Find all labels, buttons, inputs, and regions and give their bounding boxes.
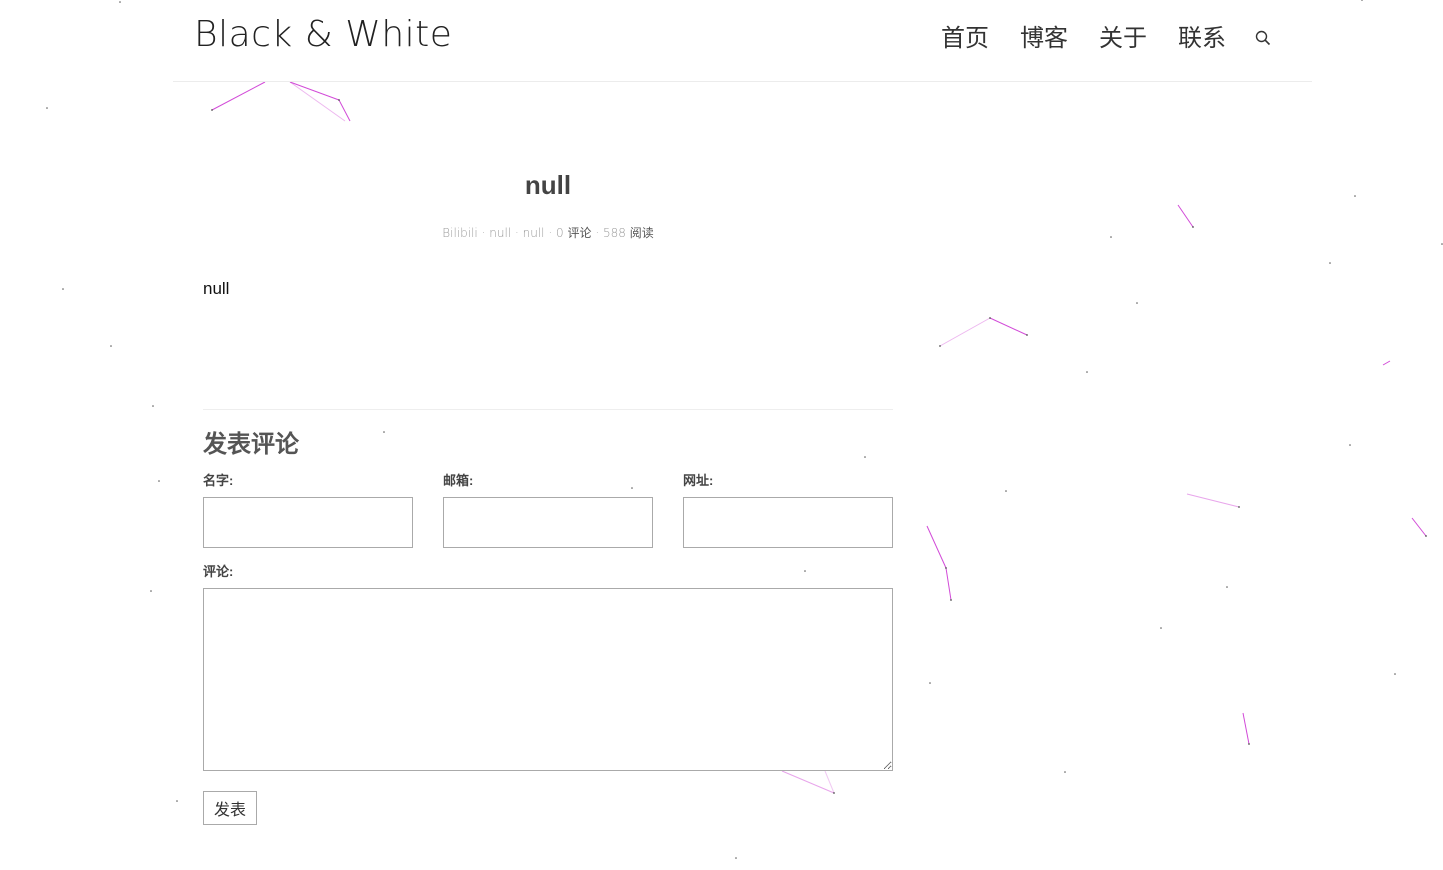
meta-separator: · (595, 226, 600, 240)
comment-count-label[interactable]: 评论 (567, 226, 591, 240)
nav-item-home[interactable]: 首页 (941, 22, 989, 54)
view-count-label: 阅读 (629, 226, 654, 240)
name-input[interactable] (203, 497, 413, 548)
url-input[interactable] (683, 497, 893, 548)
post-source: Bilibili (442, 226, 478, 240)
nav-item-contact[interactable]: 联系 (1178, 22, 1226, 54)
name-label: 名字: (203, 473, 234, 488)
post-meta-field: null (522, 226, 545, 240)
post-meta-field: null (489, 226, 512, 240)
email-label: 邮箱: (443, 473, 474, 488)
post-content: null Bilibili · null · null · 0 评论 · 588… (203, 150, 893, 825)
site-brand-link[interactable]: Black & White (194, 14, 452, 55)
email-input[interactable] (443, 497, 653, 548)
nav-item-about[interactable]: 关于 (1099, 22, 1147, 54)
comment-textarea[interactable] (203, 588, 893, 771)
search-icon[interactable] (1254, 29, 1272, 47)
meta-separator: · (548, 226, 553, 240)
nav-item-blog[interactable]: 博客 (1020, 22, 1068, 54)
meta-separator: · (481, 226, 486, 240)
comment-label: 评论: (203, 564, 234, 579)
main-nav: 首页 博客 关于 联系 (910, 22, 1272, 54)
url-label: 网址: (683, 473, 714, 488)
meta-separator: · (514, 226, 519, 240)
post-body: null (203, 279, 230, 298)
comment-count: 0 (556, 226, 564, 240)
section-divider (203, 409, 893, 410)
submit-comment-button[interactable]: 发表 (203, 791, 257, 825)
view-count: 588 (602, 226, 626, 240)
site-header: Black & White 首页 博客 关于 联系 (173, 0, 1312, 82)
comment-form-title: 发表评论 (203, 431, 299, 458)
post-title: null (524, 170, 572, 200)
post-meta: Bilibili · null · null · 0 评论 · 588 阅读 (203, 223, 893, 243)
